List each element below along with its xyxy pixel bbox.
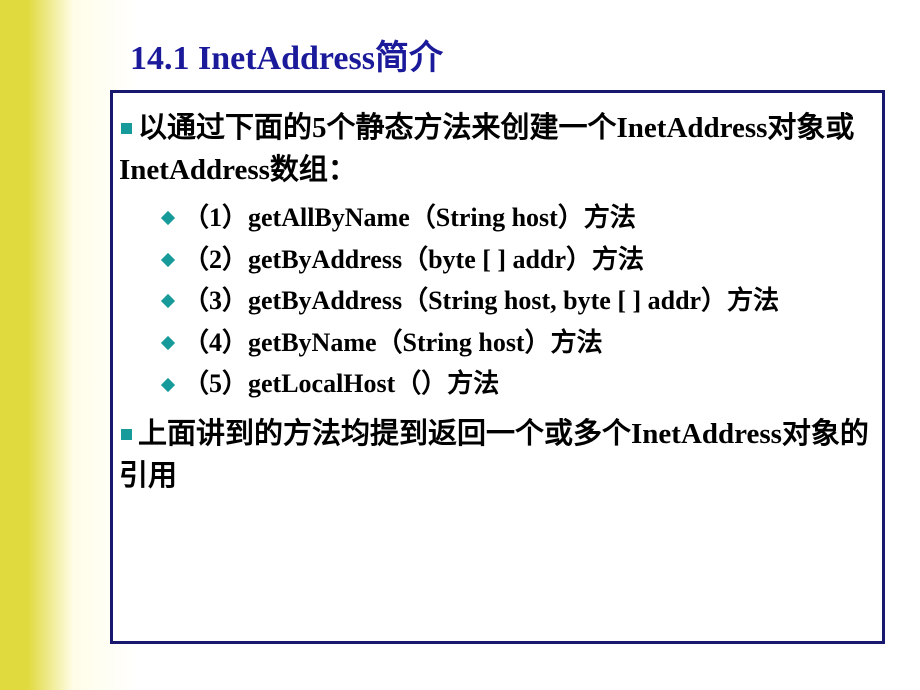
sub-item: （1）getAllByName（String host）方法 xyxy=(161,197,872,239)
content-box: 以通过下面的5个静态方法来创建一个InetAddress对象或InetAddre… xyxy=(110,90,885,644)
sub-item-text: （3）getByAddress（String host, byte [ ] ad… xyxy=(183,286,779,315)
diamond-bullet-icon xyxy=(161,294,175,308)
diamond-bullet-icon xyxy=(161,377,175,391)
main-point-1-text: 以通过下面的5个静态方法来创建一个InetAddress对象或InetAddre… xyxy=(119,112,854,186)
main-point-2: 上面讲到的方法均提到返回一个或多个InetAddress对象的引用 xyxy=(119,413,872,497)
diamond-bullet-icon xyxy=(161,336,175,350)
main-point-1: 以通过下面的5个静态方法来创建一个InetAddress对象或InetAddre… xyxy=(119,107,872,191)
sub-item: （5）getLocalHost（）方法 xyxy=(161,363,872,405)
sub-list: （1）getAllByName（String host）方法 （2）getByA… xyxy=(161,197,872,405)
sub-item-text: （2）getByAddress（byte [ ] addr）方法 xyxy=(183,245,644,274)
slide-title: 14.1 InetAddress简介 xyxy=(0,0,920,79)
square-bullet-icon xyxy=(121,123,132,134)
sub-item-text: （1）getAllByName（String host）方法 xyxy=(183,203,636,232)
diamond-bullet-icon xyxy=(161,253,175,267)
sub-item: （4）getByName（String host）方法 xyxy=(161,322,872,364)
square-bullet-icon xyxy=(121,429,132,440)
sub-item: （3）getByAddress（String host, byte [ ] ad… xyxy=(161,280,872,322)
sub-item-text: （4）getByName（String host）方法 xyxy=(183,328,603,357)
sub-item-text: （5）getLocalHost（）方法 xyxy=(183,369,499,398)
main-point-2-text: 上面讲到的方法均提到返回一个或多个InetAddress对象的引用 xyxy=(119,418,869,492)
sub-item: （2）getByAddress（byte [ ] addr）方法 xyxy=(161,239,872,281)
diamond-bullet-icon xyxy=(161,211,175,225)
